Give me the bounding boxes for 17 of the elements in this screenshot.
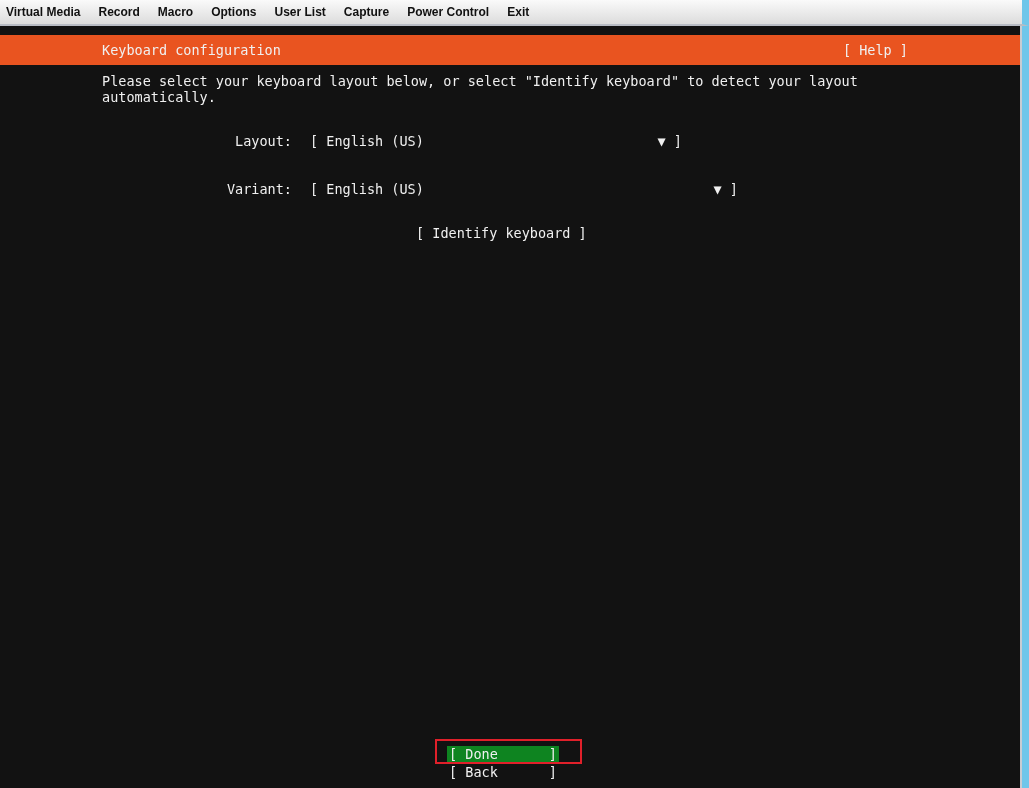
menu-item[interactable]: Power Control [407,5,490,19]
field-label: Layout: [234,133,293,149]
menu-item[interactable]: Exit [507,5,530,19]
menu-item[interactable]: Record [98,5,140,19]
menu-item[interactable]: User List [274,5,326,19]
menu-item[interactable]: Options [211,5,257,19]
screen-button[interactable]: [ Back ] [447,764,559,780]
menu-item[interactable]: Capture [343,5,390,19]
instruction-text: Please select your keyboard layout below, or select "Identify keyboard" to detect your layout automatically. [101,72,859,105]
field-label: Variant: [225,181,293,197]
identify-keyboard-button[interactable]: [ Identify keyboard ] [416,225,587,241]
dropdown[interactable]: [ English (US) ▼ ] [310,181,738,197]
menu-item[interactable]: Macro [157,5,194,19]
screen-button[interactable]: [ Done ] [447,746,559,762]
screen-title: Keyboard configuration [102,42,281,58]
dropdown[interactable]: [ English (US) ▼ ] [310,133,682,149]
menu-item[interactable]: Virtual Media [6,5,81,19]
